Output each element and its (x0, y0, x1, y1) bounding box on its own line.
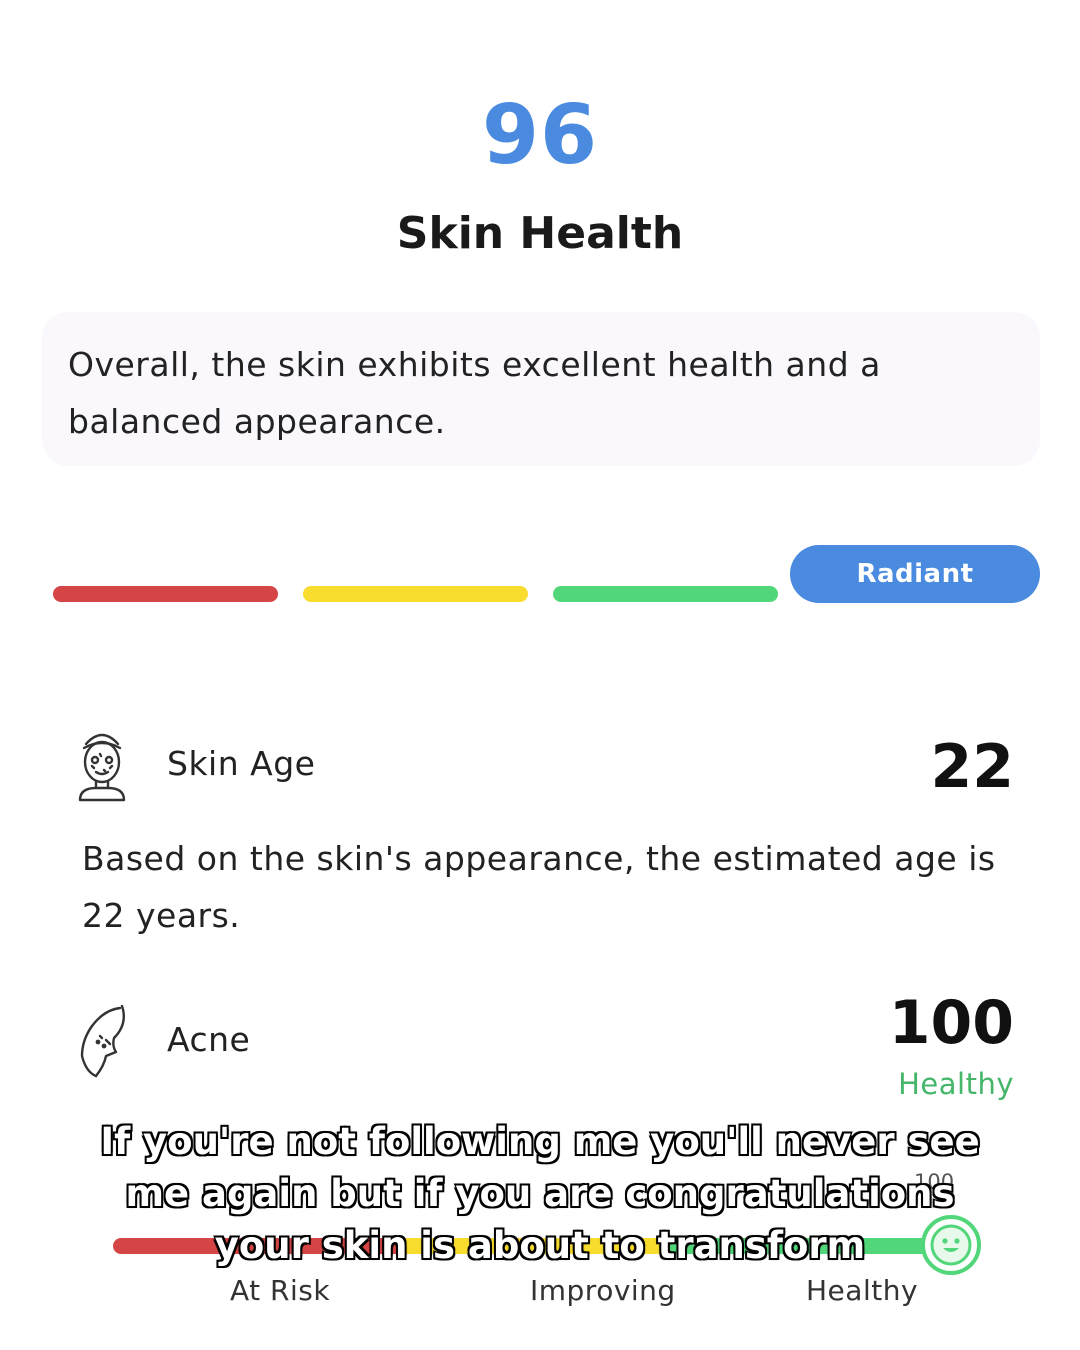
caption-line: your skin is about to transform (214, 1223, 866, 1268)
video-caption: If you're not following me you'll never … (0, 1116, 1080, 1272)
scale-label-improving: Improving (530, 1274, 676, 1307)
skin-age-value: 22 (930, 732, 1015, 802)
face-profile-icon (80, 1004, 125, 1078)
caption-line: me again but if you are congratulations (124, 1171, 955, 1216)
acne-label: Acne (167, 1020, 251, 1059)
level-bar-green (553, 586, 778, 602)
skin-age-label: Skin Age (167, 744, 316, 783)
level-bar-red (53, 586, 278, 602)
page-title: Skin Health (396, 208, 684, 259)
level-bar-yellow (303, 586, 528, 602)
scale-label-healthy: Healthy (806, 1274, 919, 1307)
overall-score: 96 (481, 88, 599, 183)
caption-line: If you're not following me you'll never … (99, 1119, 980, 1164)
level-badge-radiant: Radiant (790, 545, 1040, 603)
acne-value: 100 (888, 988, 1014, 1058)
scale-label-at-risk: At Risk (230, 1274, 331, 1307)
summary-text: Overall, the skin exhibits excellent hea… (68, 345, 881, 441)
face-mask-icon (78, 733, 126, 802)
acne-status: Healthy (898, 1067, 1014, 1101)
summary-card: Overall, the skin exhibits excellent hea… (42, 312, 1040, 466)
skin-age-description: Based on the skin's appearance, the esti… (82, 839, 996, 935)
